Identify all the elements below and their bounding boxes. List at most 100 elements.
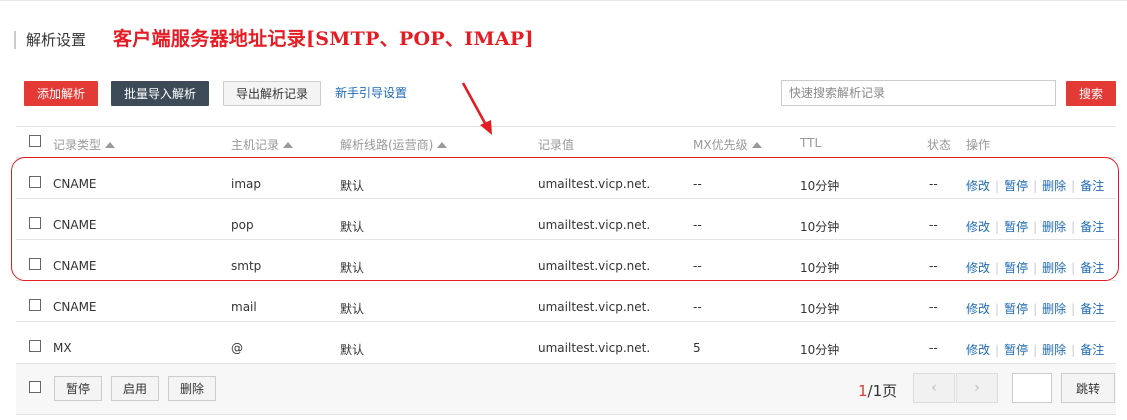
cell-host: smtp [231,259,262,273]
cell-ttl: 10分钟 [800,220,840,234]
cell-host: pop [231,218,254,232]
delete-link[interactable]: 删除 [1042,302,1066,316]
page-jump-button[interactable]: 跳转 [1061,373,1115,403]
row-divider [16,280,1116,281]
row-actions: 修改 | 暂停 | 删除 | 备注 [966,218,1104,235]
cell-status: -- [929,341,938,355]
footer-select-all-checkbox[interactable] [29,381,41,393]
row-checkbox[interactable] [29,176,41,188]
edit-link[interactable]: 修改 [966,302,990,316]
search-input[interactable] [781,80,1056,106]
cell-line: 默认 [340,179,365,193]
row-divider [16,198,1116,199]
cell-type: CNAME [53,218,97,232]
action-separator: | [1033,302,1038,316]
cell-status: -- [929,218,938,232]
sort-up-icon [105,142,116,148]
pause-link[interactable]: 暂停 [1004,220,1028,234]
pause-link[interactable]: 暂停 [1004,261,1028,275]
col-header-line[interactable]: 解析线路(运营商) [340,136,448,153]
action-separator: | [1033,220,1038,234]
cell-mx: -- [693,177,702,191]
row-checkbox[interactable] [29,258,41,270]
cell-host: @ [231,341,243,355]
delete-link[interactable]: 删除 [1042,261,1066,275]
note-link[interactable]: 备注 [1080,302,1104,316]
top-divider [0,0,1127,1]
note-link[interactable]: 备注 [1080,261,1104,275]
sort-up-icon [283,142,294,148]
action-separator: | [1033,179,1038,193]
cell-value: umailtest.vicp.net. [538,218,651,232]
edit-link[interactable]: 修改 [966,179,990,193]
note-link[interactable]: 备注 [1080,220,1104,234]
add-record-button[interactable]: 添加解析 [24,81,98,106]
action-separator: | [1071,220,1076,234]
batch-delete-button[interactable]: 删除 [168,376,216,401]
cell-value: umailtest.vicp.net. [538,177,651,191]
cell-type: MX [53,341,72,355]
row-actions: 修改 | 暂停 | 删除 | 备注 [966,177,1104,194]
cell-mx: -- [693,300,702,314]
action-separator: | [1071,261,1076,275]
col-header-host[interactable]: 主机记录 [231,136,294,153]
action-separator: | [1033,343,1038,357]
pagination-info: 1/1页 [858,380,897,401]
col-header-ttl: TTL [800,136,822,150]
action-separator: | [995,261,1000,275]
cell-mx: -- [693,218,702,232]
row-actions: 修改 | 暂停 | 删除 | 备注 [966,300,1104,317]
batch-enable-button[interactable]: 启用 [111,376,159,401]
cell-type: CNAME [53,300,97,314]
pause-link[interactable]: 暂停 [1004,302,1028,316]
prev-page-button[interactable]: ‹ [913,373,955,403]
pause-link[interactable]: 暂停 [1004,179,1028,193]
annotation-text: 客户端服务器地址记录[SMTP、POP、IMAP] [113,28,534,50]
search-button[interactable]: 搜索 [1066,81,1116,106]
pause-link[interactable]: 暂停 [1004,343,1028,357]
delete-link[interactable]: 删除 [1042,179,1066,193]
note-link[interactable]: 备注 [1080,343,1104,357]
cell-host: mail [231,300,257,314]
cell-line: 默认 [340,343,365,357]
edit-link[interactable]: 修改 [966,220,990,234]
cell-status: -- [929,177,938,191]
row-actions: 修改 | 暂停 | 删除 | 备注 [966,341,1104,358]
delete-link[interactable]: 删除 [1042,220,1066,234]
delete-link[interactable]: 删除 [1042,343,1066,357]
col-header-mx[interactable]: MX优先级 [693,136,762,153]
batch-pause-button[interactable]: 暂停 [54,376,102,401]
cell-value: umailtest.vicp.net. [538,259,651,273]
row-divider [16,321,1116,322]
row-actions: 修改 | 暂停 | 删除 | 备注 [966,259,1104,276]
cell-value: umailtest.vicp.net. [538,300,651,314]
edit-link[interactable]: 修改 [966,261,990,275]
row-checkbox[interactable] [29,299,41,311]
cell-mx: 5 [693,341,701,355]
action-separator: | [1071,302,1076,316]
action-separator: | [995,343,1000,357]
cell-value: umailtest.vicp.net. [538,341,651,355]
sort-up-icon [751,142,762,148]
row-checkbox[interactable] [29,217,41,229]
table-top-border [16,126,1116,127]
next-page-button[interactable]: › [956,373,998,403]
note-link[interactable]: 备注 [1080,179,1104,193]
guide-settings-link[interactable]: 新手引导设置 [335,84,407,101]
cell-ttl: 10分钟 [800,179,840,193]
row-checkbox[interactable] [29,340,41,352]
col-header-ops: 操作 [966,138,991,152]
col-header-status: 状态 [927,138,952,152]
cell-ttl: 10分钟 [800,343,840,357]
cell-line: 默认 [340,220,365,234]
page-jump-input[interactable] [1012,373,1052,403]
select-all-checkbox[interactable] [29,135,41,147]
page-title-wrap: 解析设置 [14,29,86,50]
export-records-button[interactable]: 导出解析记录 [223,81,321,106]
edit-link[interactable]: 修改 [966,343,990,357]
batch-import-button[interactable]: 批量导入解析 [111,81,209,106]
action-separator: | [995,220,1000,234]
col-header-type[interactable]: 记录类型 [53,136,116,153]
action-separator: | [995,302,1000,316]
total-pages: /1页 [867,382,898,400]
